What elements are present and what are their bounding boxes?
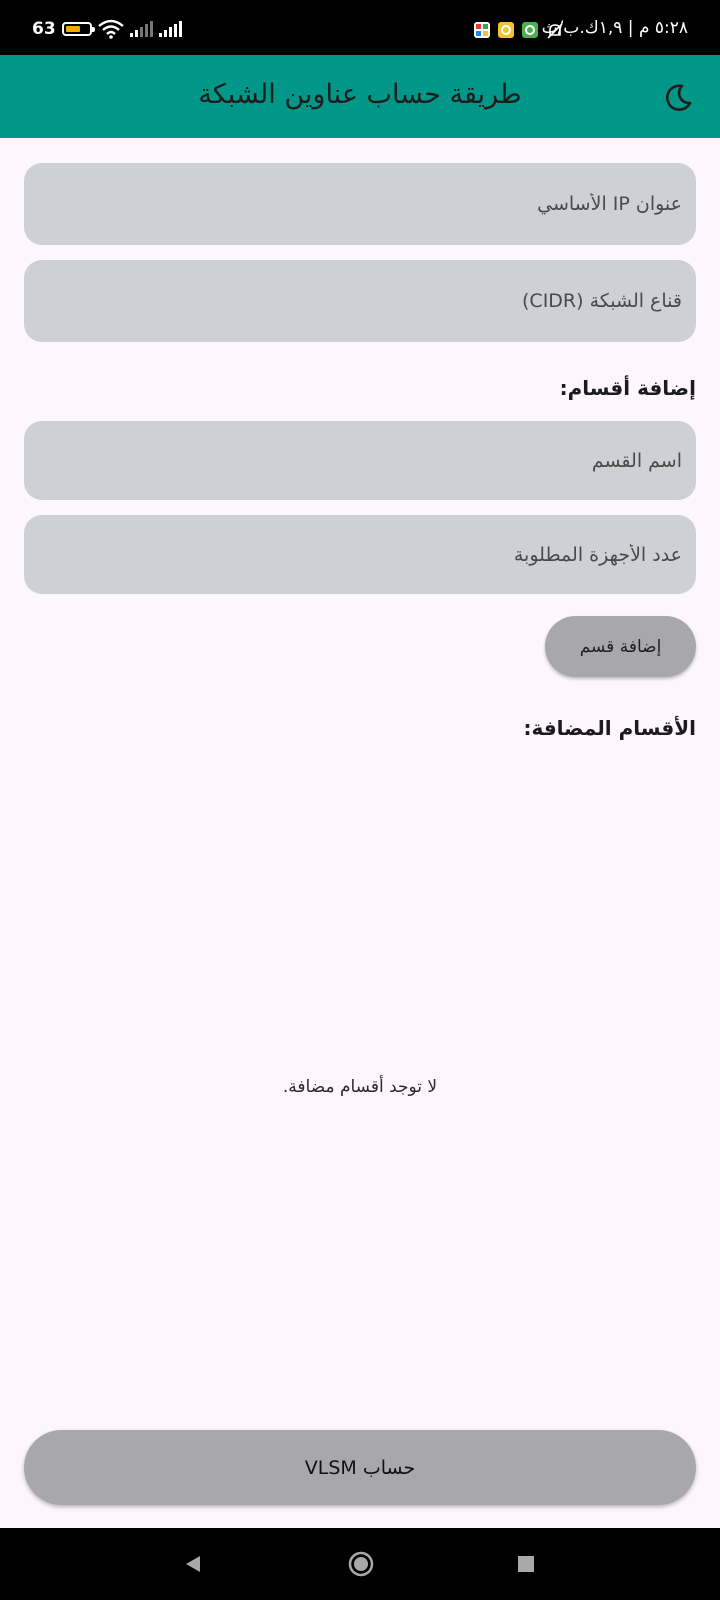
cidr-field[interactable] — [24, 260, 696, 342]
host-count-input[interactable] — [38, 543, 682, 566]
base-ip-input[interactable] — [38, 193, 682, 215]
add-sections-heading: إضافة أقسام: — [559, 376, 696, 400]
app-bar: طريقة حساب عناوين الشبكة — [0, 55, 720, 138]
nav-back-button[interactable] — [177, 1548, 209, 1580]
theme-toggle-button[interactable] — [660, 80, 696, 116]
add-section-button[interactable]: إضافة قسم — [545, 616, 696, 677]
status-time: ٥:٢٨ م | ١,٩ك.ب/ث — [541, 18, 688, 38]
battery-icon — [61, 22, 95, 36]
status-bar: 63 ٥:٢٨ م | ١,٩ك.ب/ث — [0, 0, 720, 55]
base-ip-field[interactable] — [24, 163, 696, 245]
calculate-vlsm-button[interactable]: حساب VLSM — [24, 1430, 696, 1505]
app-notification-icon — [474, 22, 490, 38]
signal-sim2-icon — [158, 21, 182, 37]
section-name-input[interactable] — [38, 449, 682, 472]
battery-fill — [65, 26, 80, 32]
status-left-cluster: 63 — [32, 18, 182, 40]
home-circle-icon — [348, 1551, 374, 1577]
app-title: طريقة حساب عناوين الشبكة — [198, 79, 522, 110]
empty-sections-message: لا توجد أقسام مضافة. — [282, 1077, 438, 1097]
host-count-field[interactable] — [24, 515, 696, 594]
added-sections-heading: الأقسام المضافة: — [523, 716, 696, 740]
signal-sim1-icon — [129, 21, 153, 37]
system-nav-bar — [0, 1528, 720, 1600]
app-notification-icon — [498, 22, 514, 38]
section-name-field[interactable] — [24, 421, 696, 500]
recents-square-icon — [518, 1556, 534, 1572]
cidr-input[interactable] — [38, 290, 682, 312]
moon-icon — [665, 84, 692, 111]
nav-recents-button[interactable] — [510, 1548, 542, 1580]
app-notification-icon — [522, 22, 538, 38]
battery-percentage: 63 — [32, 19, 56, 39]
nav-home-button[interactable] — [345, 1548, 377, 1580]
back-triangle-icon — [186, 1556, 200, 1572]
wifi-icon — [97, 19, 124, 39]
notification-icons — [474, 22, 538, 38]
